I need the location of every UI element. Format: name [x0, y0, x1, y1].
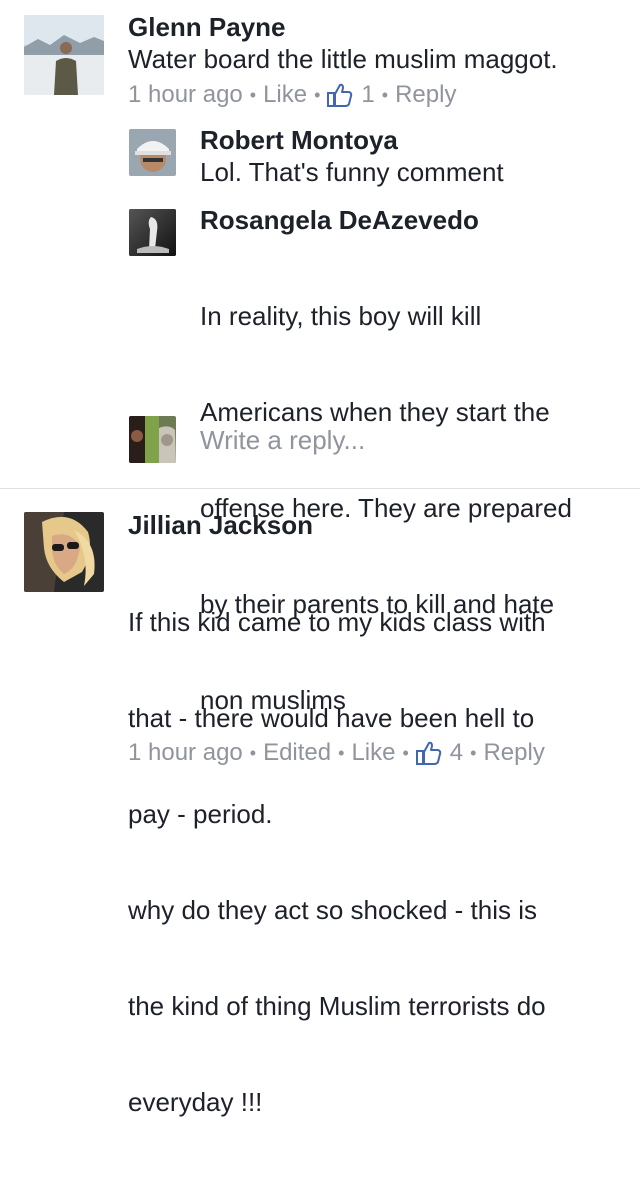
write-reply-input[interactable]: Write a reply... — [200, 425, 365, 455]
text-line: Americans when they start the — [200, 397, 550, 427]
reply-button[interactable]: Reply — [483, 738, 544, 768]
like-count[interactable]: 1 — [361, 80, 374, 110]
comment-text: Water board the little muslim maggot. — [128, 44, 558, 74]
edited-label[interactable]: Edited — [263, 738, 331, 768]
separator-dot: • — [402, 743, 409, 763]
text-line: pay - period. — [128, 799, 273, 829]
comment-meta: 1 hour ago • Edited • Like • 4 • Reply — [128, 738, 545, 768]
comment-author[interactable]: Rosangela DeAzevedo — [200, 205, 479, 235]
comment-timestamp[interactable]: 1 hour ago — [128, 80, 243, 110]
comment-author[interactable]: Glenn Payne — [128, 12, 286, 42]
text-line: why do they act so shocked - this is — [128, 895, 537, 925]
reply-button[interactable]: Reply — [395, 80, 456, 110]
avatar[interactable] — [129, 209, 176, 256]
separator-dot: • — [381, 85, 389, 105]
text-line: everyday !!! — [128, 1087, 263, 1117]
text-line: that - there would have been hell to — [128, 703, 535, 733]
comment-text: If this kid came to my kids class with t… — [128, 542, 546, 1182]
separator-dot: • — [249, 743, 257, 763]
avatar[interactable] — [129, 129, 176, 176]
comment-meta: 1 hour ago • Like • 1 • Reply — [128, 80, 456, 110]
like-count[interactable]: 4 — [450, 738, 463, 768]
avatar[interactable] — [24, 15, 104, 95]
comment-text: Lol. That's funny comment — [200, 157, 504, 187]
separator-dot: • — [338, 743, 345, 763]
comment-author[interactable]: Jillian Jackson — [128, 510, 313, 540]
like-button[interactable]: Like — [351, 738, 395, 768]
separator-dot: • — [249, 85, 257, 105]
divider — [0, 488, 640, 489]
text-line: the kind of thing Muslim terrorists do — [128, 991, 546, 1021]
separator-dot: • — [470, 743, 477, 763]
text-line: If this kid came to my kids class with — [128, 607, 546, 637]
comment-author[interactable]: Robert Montoya — [200, 125, 398, 155]
text-line: In reality, this boy will kill — [200, 301, 482, 331]
separator-dot: • — [314, 85, 321, 105]
avatar[interactable] — [24, 512, 104, 592]
comment-timestamp[interactable]: 1 hour ago — [128, 738, 243, 768]
thumbs-up-icon[interactable] — [415, 740, 442, 766]
like-button[interactable]: Like — [263, 80, 307, 110]
thumbs-up-icon[interactable] — [327, 82, 353, 108]
avatar — [129, 416, 176, 463]
